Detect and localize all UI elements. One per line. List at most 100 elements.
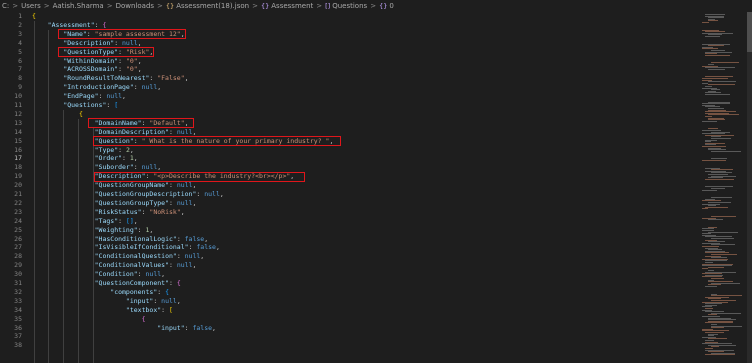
line-number: 17 bbox=[14, 154, 22, 163]
code-line: "QuestionType": "Risk", bbox=[63, 47, 154, 56]
json-key: "EndPage" bbox=[63, 92, 99, 101]
minimap-line bbox=[705, 286, 717, 287]
json-key: "Question" bbox=[94, 136, 134, 145]
json-null: null bbox=[184, 252, 201, 261]
line-number: 15 bbox=[14, 136, 22, 145]
json-null: null bbox=[161, 296, 177, 305]
minimap-line bbox=[705, 94, 730, 95]
json-key: "HasConditionalLogic" bbox=[94, 234, 177, 243]
line-number: 30 bbox=[14, 270, 22, 279]
json-string: "Default" bbox=[149, 118, 185, 127]
json-key: "QuestionType" bbox=[63, 47, 119, 56]
line-number: 35 bbox=[14, 314, 22, 323]
json-key: "ConditionalValues" bbox=[94, 261, 169, 270]
breadcrumb-item[interactable]: C: bbox=[2, 0, 9, 12]
minimap-line bbox=[708, 20, 718, 22]
line-number: 3 bbox=[18, 29, 22, 38]
minimap-line bbox=[702, 120, 717, 122]
json-string: " What is the nature of your primary ind… bbox=[141, 136, 330, 145]
json-boolean: false bbox=[196, 243, 216, 252]
minimap-line bbox=[702, 208, 708, 210]
line-number: 14 bbox=[14, 127, 22, 136]
json-key: "Type" bbox=[94, 145, 119, 154]
code-line: "Type": 2, bbox=[94, 145, 134, 154]
minimap-line bbox=[705, 54, 730, 56]
line-number: 21 bbox=[14, 190, 22, 198]
json-key: "ACROSSDomain" bbox=[63, 65, 119, 74]
breadcrumb-item[interactable]: {} Assessment bbox=[261, 0, 313, 12]
json-object-icon: {} bbox=[260, 2, 270, 10]
json-object-icon: {} bbox=[379, 2, 388, 10]
minimap-line bbox=[705, 178, 734, 180]
chevron-right-icon: > bbox=[43, 2, 50, 10]
breadcrumb: C: > Users > Aatish.Sharma > Downloads >{} Asses… bbox=[0, 0, 752, 12]
json-key: "Condition" bbox=[94, 270, 138, 279]
chevron-right-icon: > bbox=[370, 2, 377, 10]
json-null: null bbox=[106, 92, 123, 101]
breadcrumb-label: Assessment(18).json bbox=[176, 2, 250, 10]
json-string: "0" bbox=[125, 56, 138, 65]
code-line: "ConditionalValues": null, bbox=[94, 261, 197, 270]
minimap-line bbox=[702, 189, 717, 191]
line-number: 12 bbox=[14, 109, 22, 118]
json-key: "Weighting" bbox=[94, 225, 138, 234]
minimap[interactable] bbox=[700, 12, 752, 363]
line-number: 24 bbox=[14, 216, 22, 225]
code-line: "Questions": [ bbox=[63, 101, 119, 109]
minimap-line bbox=[702, 160, 726, 161]
code-editor[interactable]: 1 2 3 4 5 6 7 8 9 10 11 12 13 14 15 16 17 18 19 20 21 22 23 24 2… bbox=[0, 12, 700, 363]
array-icon: [] bbox=[325, 2, 331, 10]
breadcrumb-item[interactable]: Downloads bbox=[116, 0, 154, 12]
json-key: "Assessment" bbox=[47, 20, 95, 29]
code-line: "DomainDescription": null, bbox=[94, 127, 197, 136]
code-line: "textbox": [ bbox=[125, 305, 173, 314]
json-object-icon: {} bbox=[165, 2, 175, 10]
vertical-scrollbar[interactable] bbox=[747, 12, 752, 363]
line-number: 27 bbox=[14, 243, 22, 252]
minimap-line bbox=[708, 114, 739, 116]
line-number: 18 bbox=[14, 163, 22, 172]
breadcrumb-item[interactable]: [] Questions bbox=[325, 0, 367, 12]
breadcrumb-label: Users bbox=[21, 2, 41, 10]
code-line: "QuestionComponent": { bbox=[94, 279, 181, 287]
code-line: "Order": 1, bbox=[94, 154, 138, 163]
json-key: "Order" bbox=[94, 154, 123, 163]
breadcrumb-label: Downloads bbox=[115, 2, 155, 10]
line-number: 36 bbox=[14, 323, 22, 332]
breadcrumb-item[interactable]: Aatish.Sharma bbox=[53, 0, 104, 12]
code-line: { bbox=[32, 12, 36, 20]
line-number: 31 bbox=[14, 279, 22, 287]
json-key: "Tags" bbox=[94, 216, 119, 225]
code-line: "Description": null, bbox=[63, 38, 142, 47]
line-number: 11 bbox=[14, 101, 22, 109]
breadcrumb-item[interactable]: {} Assessment(18).json bbox=[166, 0, 249, 12]
chevron-right-icon: > bbox=[252, 2, 258, 10]
json-key: "QuestionComponent" bbox=[94, 279, 169, 287]
line-number: 9 bbox=[18, 83, 22, 92]
line-number: 25 bbox=[14, 225, 22, 234]
breadcrumb-label: 0 bbox=[389, 2, 394, 10]
code-line: { bbox=[141, 314, 146, 323]
json-key: "ConditionalQuestion" bbox=[94, 252, 177, 261]
json-null: null bbox=[145, 270, 162, 279]
breadcrumb-item[interactable]: {} 0 bbox=[379, 0, 394, 12]
json-string: "<p>Describe the industry?<br></p>" bbox=[153, 172, 291, 181]
code-line: { bbox=[78, 109, 83, 118]
json-key: "Questions" bbox=[63, 101, 107, 109]
code-area[interactable]: { "Assessment": { "Name": "sample assess… bbox=[32, 12, 700, 363]
breadcrumb-item[interactable]: Users bbox=[21, 0, 41, 12]
json-string: "False" bbox=[157, 74, 185, 83]
minimap-line bbox=[708, 231, 738, 233]
code-line: "Condition": null, bbox=[94, 270, 166, 279]
line-number: 23 bbox=[14, 207, 22, 216]
line-number: 6 bbox=[18, 56, 22, 65]
json-null: null bbox=[122, 38, 138, 47]
scrollbar-thumb[interactable] bbox=[747, 12, 752, 52]
minimap-line bbox=[708, 81, 736, 83]
json-key: "Suborder" bbox=[94, 163, 134, 172]
chevron-right-icon: > bbox=[316, 2, 323, 10]
minimap-line bbox=[711, 62, 739, 64]
line-number: 26 bbox=[14, 234, 22, 243]
line-number: 8 bbox=[18, 74, 22, 83]
json-key: "IntroductionPage" bbox=[63, 83, 134, 92]
